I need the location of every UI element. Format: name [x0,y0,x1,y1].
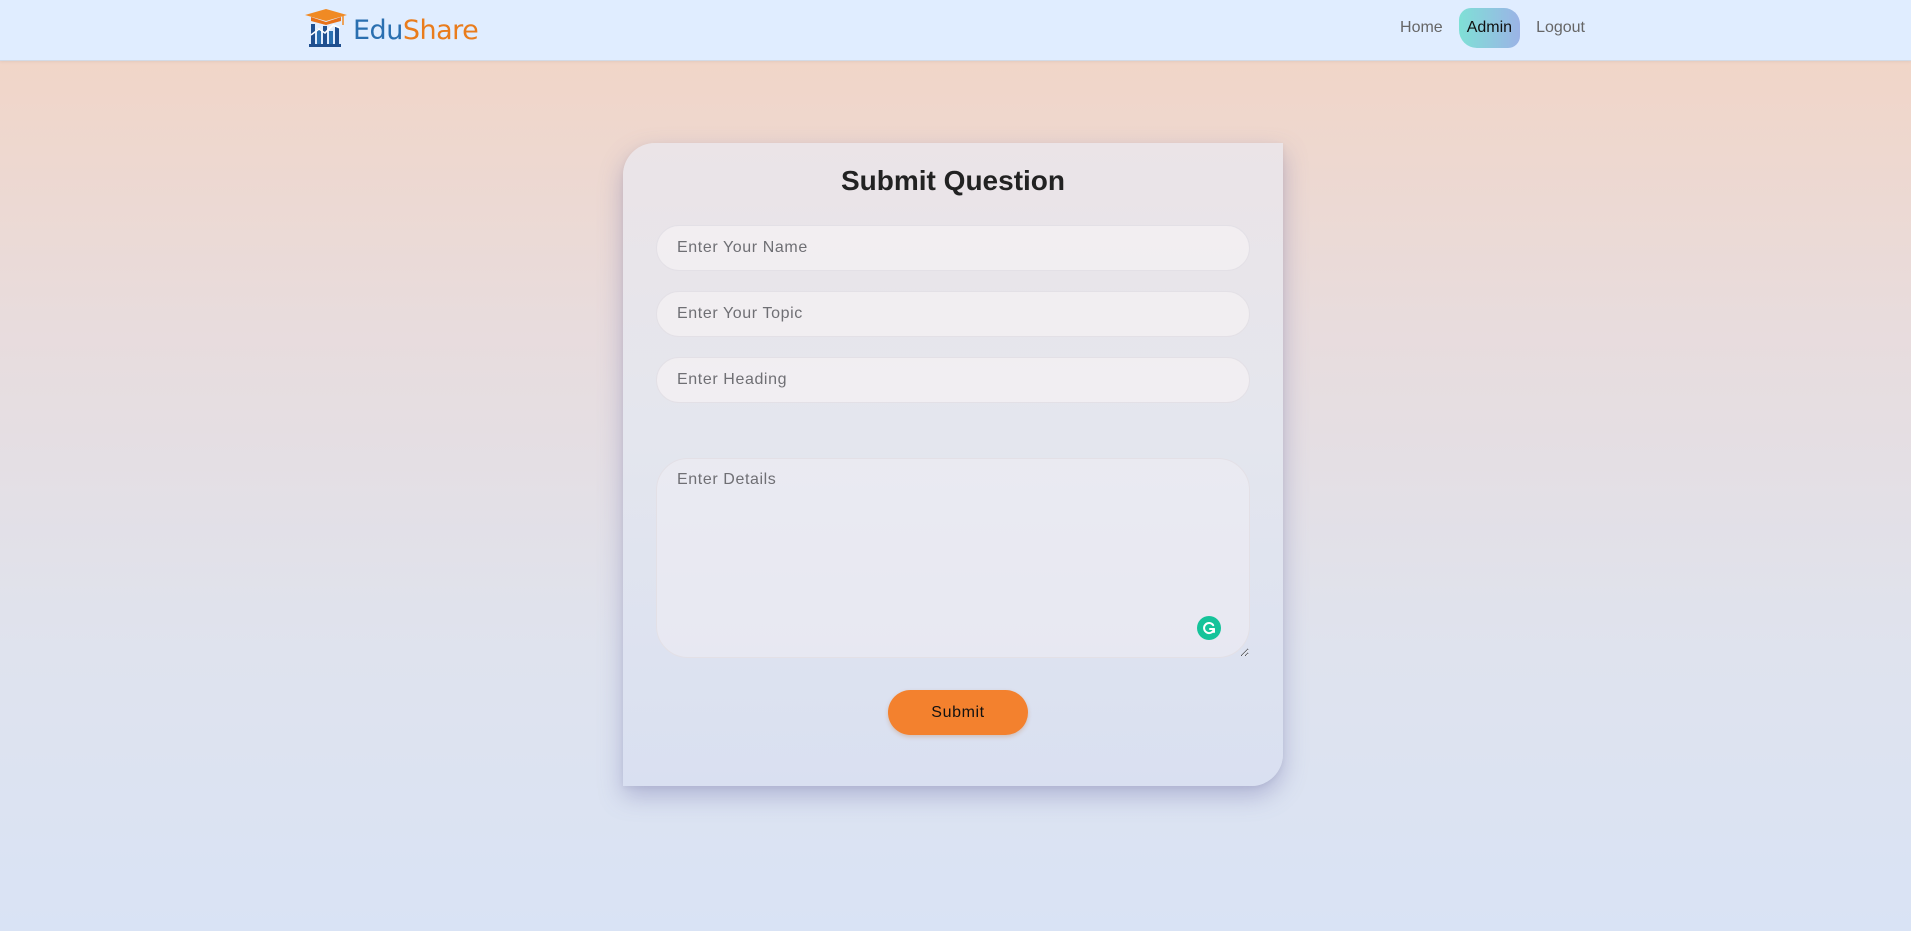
details-textarea[interactable] [656,458,1250,658]
topic-input[interactable] [656,291,1250,337]
nav-admin-link[interactable]: Admin [1458,8,1521,48]
heading-input[interactable] [656,357,1250,403]
page-title: Submit Question [841,165,1065,196]
brand-name-edu: Edu [353,14,403,46]
grammarly-g-icon [1203,622,1215,635]
brand-name-share: Share [402,14,479,46]
top-navbar: EduShare Home Admin Logout [0,0,1911,61]
name-input[interactable] [656,225,1250,271]
brand-name: EduShare [353,13,479,46]
submit-question-card: Submit Question Submit [623,143,1283,786]
submit-button[interactable]: Submit [888,690,1028,735]
nav-links: Home Admin Logout [1388,8,1597,48]
nav-home-link[interactable]: Home [1392,8,1451,48]
nav-logout-link[interactable]: Logout [1528,8,1593,48]
brand[interactable]: EduShare [303,7,479,49]
graduation-cap-chart-icon [305,9,347,47]
grammarly-icon[interactable] [1197,616,1221,640]
